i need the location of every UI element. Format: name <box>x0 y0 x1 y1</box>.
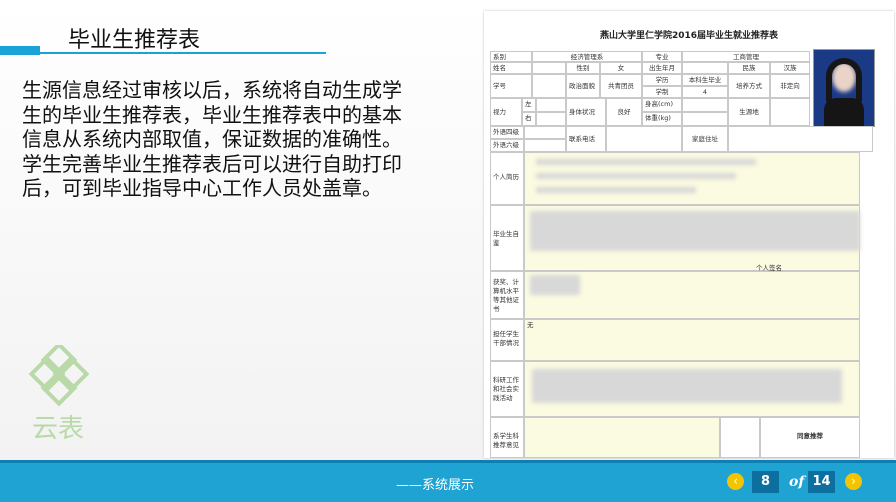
title-underline <box>0 46 326 55</box>
footer-label: ——系统展示 <box>396 478 475 493</box>
total-pages-number: 14 <box>808 471 835 493</box>
graduate-recommendation-form-image: 燕山大学里仁学院2016届毕业生就业推荐表 系别 经济管理系 专业 工商管理 姓… <box>484 11 894 458</box>
chevron-right-icon[interactable]: › <box>845 473 862 490</box>
student-photo <box>813 49 875 127</box>
yunbiao-logo: 云表 <box>28 341 98 445</box>
current-page-number[interactable]: 8 <box>752 471 779 493</box>
slide: 毕业生推荐表 生源信息经过审核以后，系统将自动生成学生的毕业生推荐表，毕业生推荐… <box>0 0 896 502</box>
page-of-label: of <box>789 474 805 490</box>
chevron-left-icon[interactable]: ‹ <box>727 473 744 490</box>
slide-body-text: 生源信息经过审核以后，系统将自动生成学生的毕业生推荐表，毕业生推荐表中的基本信息… <box>22 78 402 200</box>
form-title: 燕山大学里仁学院2016届毕业生就业推荐表 <box>599 31 779 41</box>
logo-text: 云表 <box>32 414 84 444</box>
